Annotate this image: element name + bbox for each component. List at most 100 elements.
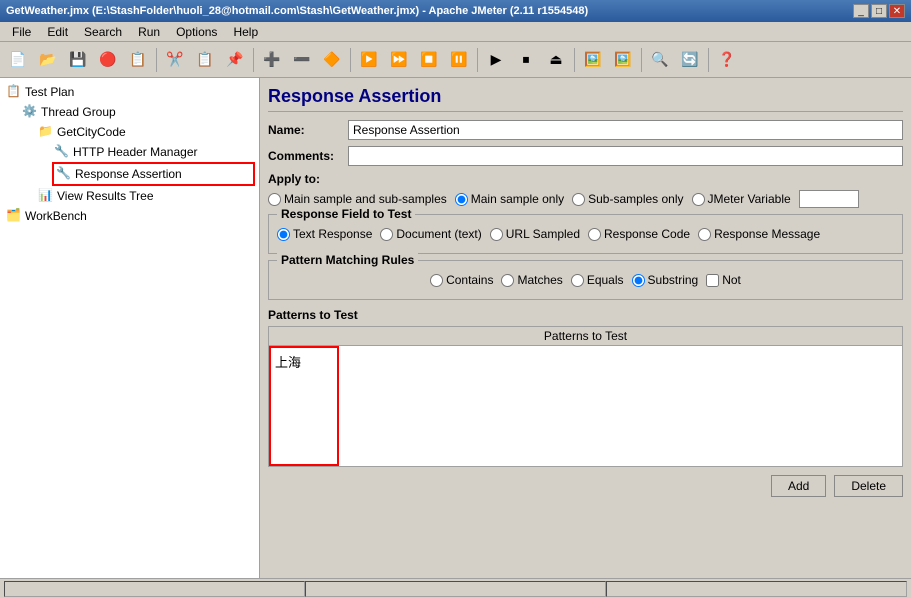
field-url-sampled[interactable]: URL Sampled xyxy=(490,227,580,241)
menu-options[interactable]: Options xyxy=(168,24,225,40)
radio-contains[interactable] xyxy=(430,274,443,287)
pattern-matches[interactable]: Matches xyxy=(501,273,562,287)
url-sampled-label: URL Sampled xyxy=(506,227,580,241)
patterns-table-container: Patterns to Test 上海 xyxy=(268,326,903,467)
response-field-group: Text Response Document (text) URL Sample… xyxy=(277,227,894,241)
radio-response-code[interactable] xyxy=(588,228,601,241)
tree-item-test-plan[interactable]: 📋 Test Plan xyxy=(4,82,255,102)
document-label: Document (text) xyxy=(396,227,481,241)
comments-input[interactable] xyxy=(348,146,903,166)
pattern-equals[interactable]: Equals xyxy=(571,273,624,287)
status-bar xyxy=(0,578,911,598)
image-btn2[interactable]: 🖼️ xyxy=(609,46,637,74)
pattern-substring[interactable]: Substring xyxy=(632,273,699,287)
remote-start-button[interactable]: ▶ xyxy=(482,46,510,74)
remote-stop-button[interactable]: ⏹ xyxy=(512,46,540,74)
jmeter-var-input[interactable] xyxy=(799,190,859,208)
tree-item-view-results[interactable]: 📊 View Results Tree xyxy=(36,186,255,206)
radio-substring[interactable] xyxy=(632,274,645,287)
tree-item-http-header[interactable]: 🔧 HTTP Header Manager xyxy=(52,142,255,162)
remote-stop-all-button[interactable]: ⏏ xyxy=(542,46,570,74)
save-button[interactable]: 💾 xyxy=(64,46,92,74)
delete-pattern-button[interactable]: Delete xyxy=(834,475,903,497)
menu-search[interactable]: Search xyxy=(76,24,130,40)
separator-2 xyxy=(253,48,254,72)
tree-item-get-city-code[interactable]: 📁 GetCityCode xyxy=(36,122,255,142)
add-button[interactable]: ➕ xyxy=(258,46,286,74)
start-nopause-button[interactable]: ⏩ xyxy=(385,46,413,74)
test-plan-icon: 📋 xyxy=(6,84,22,100)
tree-panel: 📋 Test Plan ⚙️ Thread Group 📁 GetCityCod… xyxy=(0,78,260,578)
minimize-button[interactable]: _ xyxy=(853,4,869,18)
radio-document[interactable] xyxy=(380,228,393,241)
patterns-content: 上海 xyxy=(269,346,902,466)
apply-main-only[interactable]: Main sample only xyxy=(455,192,564,206)
response-message-label: Response Message xyxy=(714,227,820,241)
copy-button[interactable]: 📋 xyxy=(191,46,219,74)
field-response-message[interactable]: Response Message xyxy=(698,227,820,241)
apply-sub-only[interactable]: Sub-samples only xyxy=(572,192,683,206)
http-header-label: HTTP Header Manager xyxy=(73,145,198,159)
apply-to-group: Main sample and sub-samples Main sample … xyxy=(268,190,903,208)
title-bar: GetWeather.jmx (E:\StashFolder\huoli_28@… xyxy=(0,0,911,22)
view-results-label: View Results Tree xyxy=(57,189,154,203)
cut-button[interactable]: ✂️ xyxy=(161,46,189,74)
reset-button[interactable]: 🔄 xyxy=(676,46,704,74)
thread-group-icon: ⚙️ xyxy=(22,104,38,120)
stop-button[interactable]: ⏹️ xyxy=(415,46,443,74)
apply-main-sub[interactable]: Main sample and sub-samples xyxy=(268,192,447,206)
radio-equals[interactable] xyxy=(571,274,584,287)
image-btn1[interactable]: 🖼️ xyxy=(579,46,607,74)
radio-url-sampled[interactable] xyxy=(490,228,503,241)
menu-edit[interactable]: Edit xyxy=(39,24,76,40)
shutdown-button[interactable]: ⏸️ xyxy=(445,46,473,74)
field-response-code[interactable]: Response Code xyxy=(588,227,690,241)
response-field-section: Response Field to Test Text Response Doc… xyxy=(268,214,903,254)
field-document[interactable]: Document (text) xyxy=(380,227,481,241)
paste-button[interactable]: 📌 xyxy=(221,46,249,74)
start-button[interactable]: ▶️ xyxy=(355,46,383,74)
saveas-button[interactable]: 📋 xyxy=(124,46,152,74)
name-input[interactable] xyxy=(348,120,903,140)
menu-run[interactable]: Run xyxy=(130,24,168,40)
response-field-label: Response Field to Test xyxy=(277,207,415,221)
pattern-contains[interactable]: Contains xyxy=(430,273,493,287)
radio-main-only[interactable] xyxy=(455,193,468,206)
not-label: Not xyxy=(722,273,741,287)
apply-jmeter-var[interactable]: JMeter Variable xyxy=(692,192,791,206)
radio-main-sub[interactable] xyxy=(268,193,281,206)
pattern-cell-0[interactable]: 上海 xyxy=(269,346,339,466)
contains-label: Contains xyxy=(446,273,493,287)
pattern-matching-section: Pattern Matching Rules Contains Matches … xyxy=(268,260,903,300)
thread-group-label: Thread Group xyxy=(41,105,116,119)
workbench-icon: 🗂️ xyxy=(6,208,22,224)
window-controls: _ □ ✕ xyxy=(853,4,905,18)
radio-response-message[interactable] xyxy=(698,228,711,241)
clear-button[interactable]: 🔶 xyxy=(318,46,346,74)
new-button[interactable]: 📄 xyxy=(4,46,32,74)
checkbox-not[interactable] xyxy=(706,274,719,287)
separator-7 xyxy=(708,48,709,72)
search-tool-button[interactable]: 🔍 xyxy=(646,46,674,74)
apply-jmeter-var-label: JMeter Variable xyxy=(708,192,791,206)
add-pattern-button[interactable]: Add xyxy=(771,475,826,497)
remove-button[interactable]: ➖ xyxy=(288,46,316,74)
radio-jmeter-var[interactable] xyxy=(692,193,705,206)
open-button[interactable]: 📂 xyxy=(34,46,62,74)
response-code-label: Response Code xyxy=(604,227,690,241)
tree-item-thread-group[interactable]: ⚙️ Thread Group xyxy=(20,102,255,122)
help-button[interactable]: ❓ xyxy=(713,46,741,74)
maximize-button[interactable]: □ xyxy=(871,4,887,18)
radio-text-response[interactable] xyxy=(277,228,290,241)
tree-item-response-assertion[interactable]: 🔧 Response Assertion xyxy=(52,162,255,186)
radio-sub-only[interactable] xyxy=(572,193,585,206)
close-button[interactable]: ✕ xyxy=(889,4,905,18)
close-doc-button[interactable]: 🔴 xyxy=(94,46,122,74)
menu-help[interactable]: Help xyxy=(225,24,266,40)
pattern-not[interactable]: Not xyxy=(706,273,741,287)
menu-file[interactable]: File xyxy=(4,24,39,40)
field-text-response[interactable]: Text Response xyxy=(277,227,372,241)
name-row: Name: xyxy=(268,120,903,140)
radio-matches[interactable] xyxy=(501,274,514,287)
tree-item-workbench[interactable]: 🗂️ WorkBench xyxy=(4,206,255,226)
